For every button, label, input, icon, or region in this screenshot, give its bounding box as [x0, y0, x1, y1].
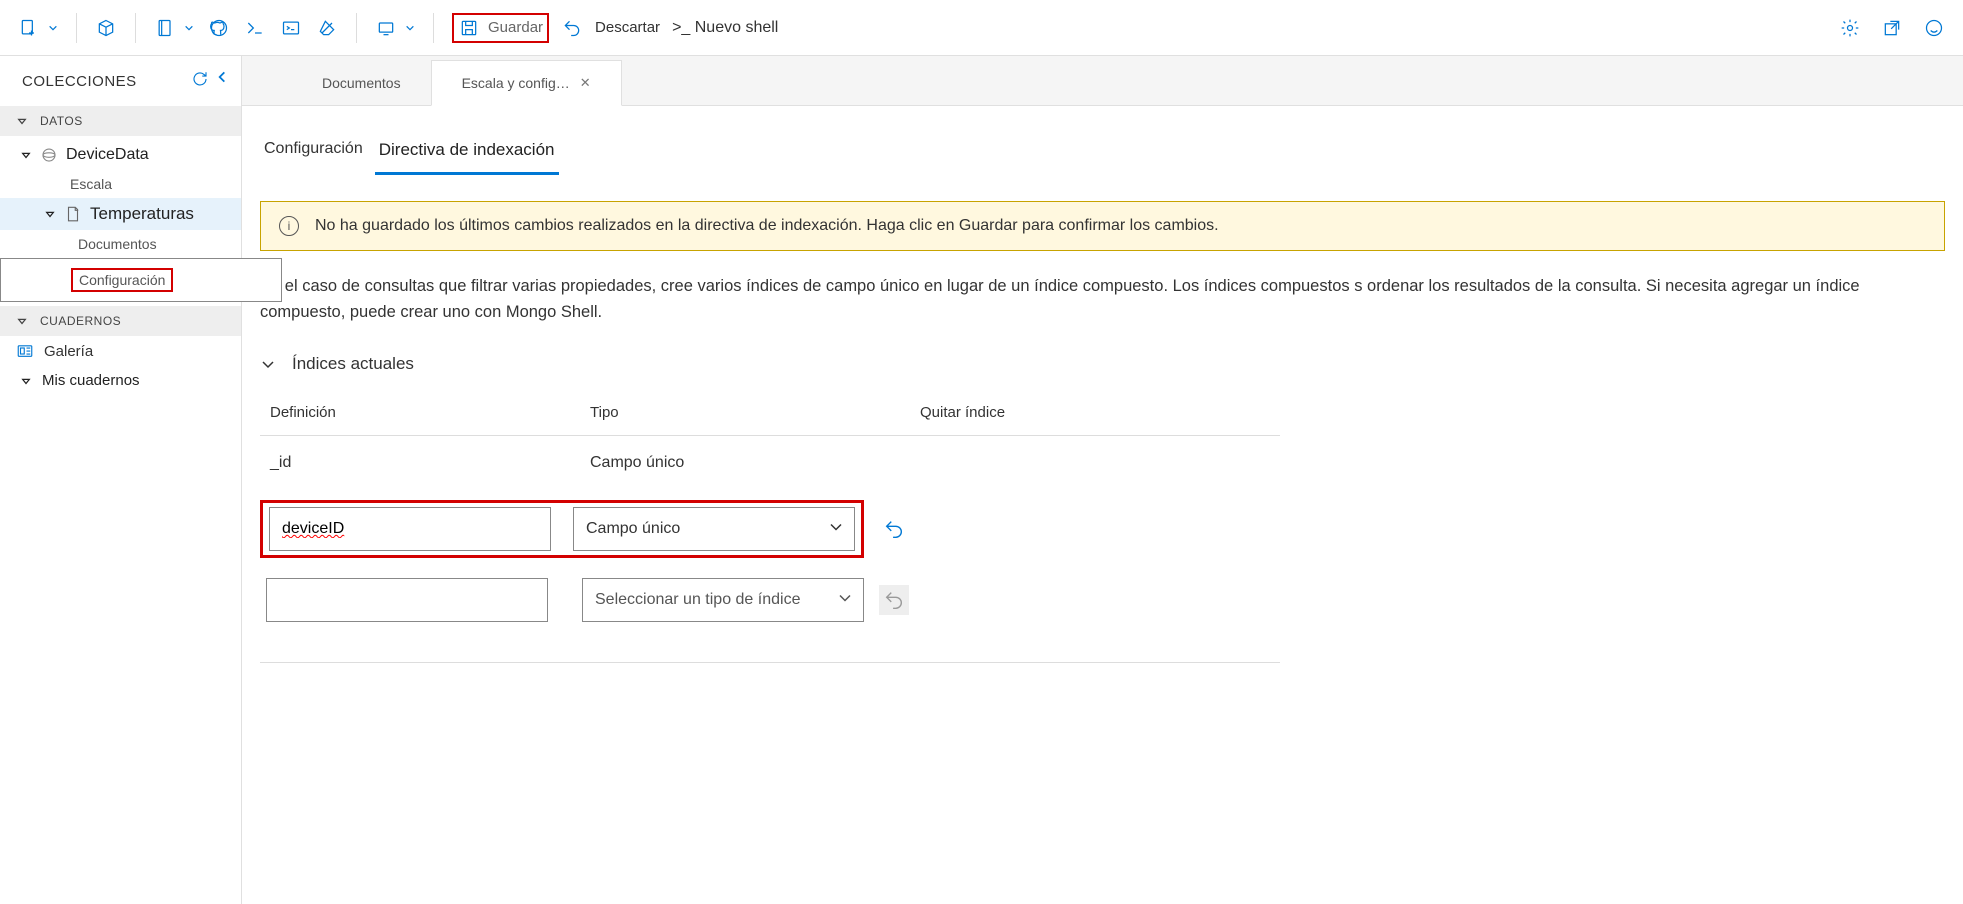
chevron-down-icon[interactable] — [405, 20, 415, 36]
sidebar-title: COLECCIONES — [22, 73, 137, 90]
document-icon — [64, 205, 82, 223]
sidebar-title-row: COLECCIONES — [0, 56, 241, 106]
sidebar-coll-config[interactable]: Configuración — [0, 258, 282, 302]
caret-down-icon — [16, 315, 28, 327]
sidebar-db-devicedata[interactable]: DeviceData — [0, 140, 241, 170]
sidebar-coll-documents[interactable]: Documentos — [0, 230, 241, 258]
caret-down-icon — [16, 115, 28, 127]
index-row: Seleccionar un tipo de índice — [260, 568, 1280, 663]
database-icon — [40, 146, 58, 164]
chevron-down-icon[interactable] — [184, 20, 194, 36]
terminal-icon[interactable] — [244, 17, 266, 39]
main: Documentos Escala y config… ✕ Configurac… — [242, 56, 1963, 904]
save-label: Guardar — [488, 19, 543, 36]
indexing-description: En el caso de consultas que filtrar vari… — [260, 273, 1945, 326]
tab-scale-config[interactable]: Escala y config… ✕ — [431, 60, 622, 106]
collapse-icon[interactable] — [215, 70, 229, 92]
tab-documents[interactable]: Documentos — [292, 61, 431, 105]
undo-index-button[interactable] — [879, 514, 909, 544]
info-icon: i — [279, 216, 299, 236]
subtabs: Configuración Directiva de indexación — [260, 134, 1945, 175]
chevron-down-icon — [837, 589, 853, 610]
index-row: _id Campo único — [260, 436, 1280, 490]
current-indexes-section[interactable]: Índices actuales — [260, 354, 1945, 374]
cube-icon[interactable] — [95, 17, 117, 39]
close-icon[interactable]: ✕ — [580, 75, 591, 91]
open-external-icon[interactable] — [1881, 17, 1903, 39]
col-remove: Quitar índice — [920, 404, 1280, 421]
index-definition-input[interactable] — [269, 507, 551, 551]
indexes-table: Definición Tipo Quitar índice _id Campo … — [260, 394, 1280, 663]
caret-down-icon — [44, 208, 56, 220]
col-type: Tipo — [590, 404, 920, 421]
save-button[interactable]: Guardar — [452, 13, 549, 43]
toolbar: Guardar Descartar >_ Nuevo shell — [0, 0, 1963, 56]
unsaved-changes-banner: i No ha guardado los últimos cambios rea… — [260, 201, 1945, 251]
feedback-icon[interactable] — [1923, 17, 1945, 39]
device-icon[interactable] — [375, 17, 397, 39]
settings-icon[interactable] — [1839, 17, 1861, 39]
sidebar-my-notebooks[interactable]: Mis cuadernos — [0, 366, 241, 395]
document-tabs: Documentos Escala y config… ✕ — [242, 56, 1963, 106]
subtab-indexing[interactable]: Directiva de indexación — [375, 134, 559, 175]
chevron-down-icon[interactable] — [48, 20, 58, 36]
chevron-down-icon — [260, 356, 276, 372]
notebook-icon[interactable] — [154, 17, 176, 39]
index-definition-input[interactable] — [266, 578, 548, 622]
discard-label: Descartar — [595, 19, 660, 36]
indexes-table-header: Definición Tipo Quitar índice — [260, 394, 1280, 436]
subtab-config[interactable]: Configuración — [260, 134, 367, 175]
index-def: _id — [270, 454, 590, 472]
undo-index-button — [879, 585, 909, 615]
chevron-down-icon — [828, 518, 844, 539]
caret-down-icon — [20, 375, 32, 387]
col-definition: Definición — [270, 404, 590, 421]
discard-button[interactable]: Descartar — [589, 15, 666, 40]
index-type-select[interactable]: Seleccionar un tipo de índice — [582, 578, 864, 622]
github-icon[interactable] — [208, 17, 230, 39]
console-icon[interactable] — [280, 17, 302, 39]
index-row: Campo único — [260, 490, 1280, 568]
sidebar-db-scale[interactable]: Escala — [0, 170, 241, 198]
new-shell-button[interactable]: >_ Nuevo shell — [672, 19, 778, 37]
clear-icon[interactable] — [316, 17, 338, 39]
refresh-icon[interactable] — [191, 70, 209, 92]
save-icon — [458, 17, 480, 39]
sidebar-section-data[interactable]: DATOS — [0, 106, 241, 136]
sidebar-section-notebooks[interactable]: CUADERNOS — [0, 306, 241, 336]
sidebar-coll-temperaturas[interactable]: Temperaturas — [0, 198, 241, 230]
sidebar-gallery[interactable]: Galería — [0, 336, 241, 366]
index-type: Campo único — [590, 454, 920, 472]
sidebar: COLECCIONES DATOS DeviceData Escala — [0, 56, 242, 904]
index-type-select[interactable]: Campo único — [573, 507, 855, 551]
caret-down-icon — [20, 149, 32, 161]
banner-text: No ha guardado los últimos cambios reali… — [315, 217, 1219, 235]
new-collection-icon[interactable] — [18, 17, 40, 39]
undo-icon[interactable] — [561, 17, 583, 39]
